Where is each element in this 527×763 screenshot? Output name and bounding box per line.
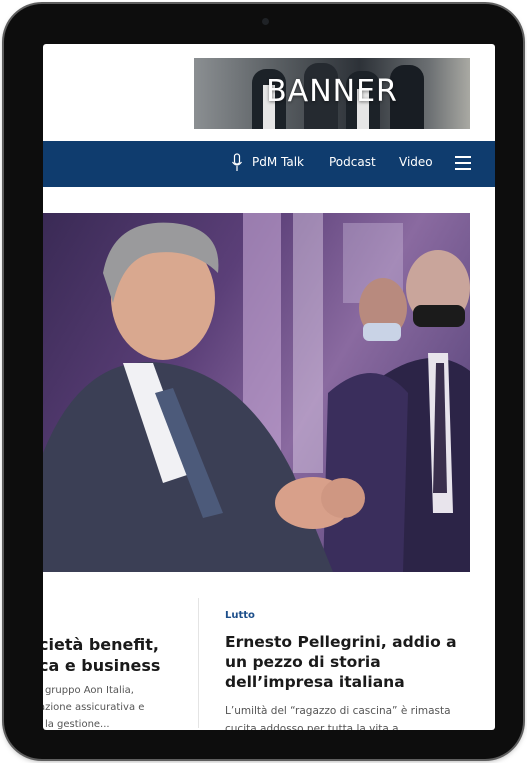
hero-image[interactable] [43, 213, 470, 572]
nav-item-podcast[interactable]: Podcast [329, 155, 376, 169]
hero-photo-illustration [43, 213, 470, 572]
column-divider [198, 598, 199, 728]
hamburger-menu-icon[interactable] [455, 156, 471, 170]
banner-ad[interactable]: BANNER [194, 58, 470, 129]
front-camera [262, 18, 269, 25]
article-list: cietà benefit, ca e business l gruppo Ao… [43, 592, 495, 730]
microphone-icon [232, 153, 242, 171]
nav-item-pdm-talk[interactable]: PdM Talk [252, 155, 304, 169]
main-navbar: PdM Talk Podcast Video [43, 141, 495, 187]
banner-text: BANNER [266, 74, 398, 109]
article-title[interactable]: Ernesto Pellegrini, addio a un pezzo di … [225, 632, 465, 692]
article-excerpt: l gruppo Aon Italia, azione assicurativa… [43, 685, 145, 730]
article-title[interactable]: cietà benefit, ca e business [43, 634, 160, 676]
article-category[interactable]: Lutto [225, 610, 255, 621]
screen: BANNER PdM Talk Podcast Video cietà bene… [43, 44, 495, 730]
nav-item-video[interactable]: Video [399, 155, 433, 169]
article-excerpt: L’umiltà del “ragazzo di cascina” è rima… [225, 705, 451, 730]
tablet-frame: BANNER PdM Talk Podcast Video cietà bene… [4, 4, 523, 759]
